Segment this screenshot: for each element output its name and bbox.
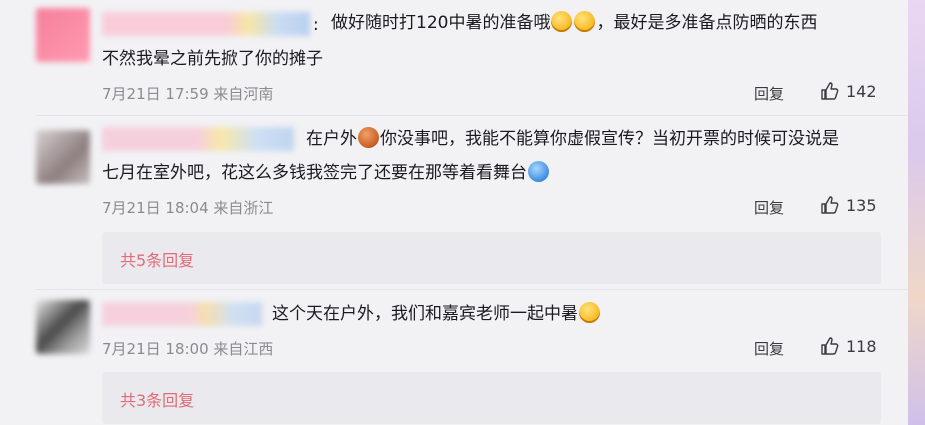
thumbs-up-icon <box>821 337 839 355</box>
blue-face-emoji-icon <box>528 161 549 182</box>
username-blurred[interactable] <box>102 302 262 326</box>
comment-divider <box>36 289 908 290</box>
comment-text: 在户外 你没事吧，我能不能算你虚假宣传？当初开票的时候可没说是 <box>306 124 896 155</box>
username-blurred[interactable] <box>102 127 294 151</box>
like-button[interactable]: 118 <box>820 336 877 356</box>
like-button[interactable]: 142 <box>820 81 877 101</box>
comment-meta: 7月21日 18:04 来自浙江 <box>102 199 274 217</box>
thumbs-up-icon <box>821 82 839 100</box>
comment-text-line: 你没事吧，我能不能算你虚假宣传？当初开票的时候可没说是 <box>380 129 839 149</box>
yellow-face-emoji-icon <box>551 11 573 32</box>
comment-text-line: 这个天在户外，我们和嘉宾老师一起中暑 <box>272 304 578 324</box>
thumbs-up-icon <box>821 196 839 214</box>
comment-text: 这个天在户外，我们和嘉宾老师一起中暑 <box>272 299 872 330</box>
like-count: 118 <box>846 336 877 356</box>
comment-divider <box>36 115 908 116</box>
comment-text-line: 在户外 <box>306 129 357 149</box>
like-count: 142 <box>846 81 877 101</box>
more-replies-box[interactable]: 共5条回复 <box>102 232 881 284</box>
comment-meta: 7月21日 18:00 来自江西 <box>102 340 274 358</box>
comment-text-continued: 七月在室外吧，花这么多钱我签完了还要在那等着看舞台 <box>102 158 882 189</box>
like-button[interactable]: 135 <box>820 195 877 215</box>
comment-text-line: 七月在室外吧，花这么多钱我签完了还要在那等着看舞台 <box>102 163 527 183</box>
avatar[interactable] <box>36 8 90 62</box>
like-count: 135 <box>846 195 877 215</box>
more-replies-box[interactable]: 共3条回复 <box>102 372 881 424</box>
comment-meta: 7月21日 17:59 来自河南 <box>102 85 274 103</box>
avatar[interactable] <box>36 300 90 354</box>
comment-text-continued: 不然我晕之前先掀了你的摊子 <box>102 44 882 75</box>
brown-face-emoji-icon <box>358 127 379 148</box>
comment-text: 做好随时打120中暑的准备哦 ，最好是多准备点防晒的东西 <box>331 8 891 39</box>
reply-button[interactable]: 回复 <box>754 197 784 218</box>
yellow-face-emoji-icon <box>574 11 596 32</box>
username-blurred[interactable] <box>102 12 310 36</box>
yellow-face-emoji-icon <box>579 302 600 323</box>
comment-text-line: 做好随时打120中暑的准备哦 <box>331 13 551 33</box>
more-replies-link[interactable]: 共5条回复 <box>120 247 194 271</box>
reply-button[interactable]: 回复 <box>754 338 784 359</box>
page-edge-decoration <box>908 0 925 425</box>
reply-button[interactable]: 回复 <box>754 83 784 104</box>
colon-separator: : <box>313 15 319 35</box>
comment-text-line: 不然我晕之前先掀了你的摊子 <box>102 49 323 69</box>
more-replies-link[interactable]: 共3条回复 <box>120 387 194 411</box>
comment-text-line: ，最好是多准备点防晒的东西 <box>596 13 818 33</box>
avatar[interactable] <box>36 130 90 184</box>
